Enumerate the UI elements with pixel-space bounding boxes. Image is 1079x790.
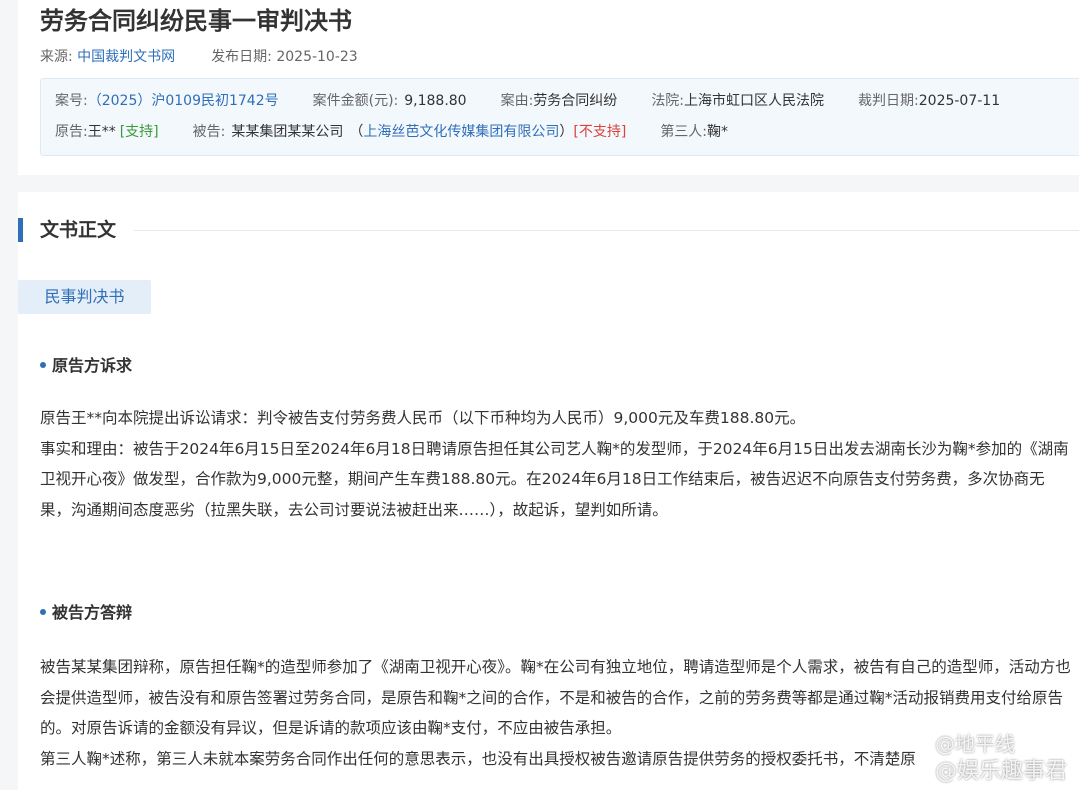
meta-row: 来源: 中国裁判文书网 发布日期: 2025-10-23	[40, 46, 358, 68]
section-accent-bar	[18, 218, 23, 242]
paragraph: 被告某某集团辩称，原告担任鞠*的造型师参加了《湖南卫视开心夜》。鞠*在公司有独立…	[40, 658, 1071, 737]
publish-date: 2025-10-23	[276, 49, 358, 65]
defendant-label: 被告:	[192, 124, 226, 140]
case-info-line-2: 原告:王** [支持] 被告: 某某集团某某公司 （上海丝芭文化传媒集团有限公司）[不支…	[55, 121, 728, 143]
bullet-dot-icon	[40, 362, 46, 368]
case-info-line-1: 案号:（2025）沪0109民初1742号 案件金额(元): 9,188.80 案由:…	[55, 90, 1000, 112]
defense-heading: 被告方答辩	[40, 601, 132, 625]
plaintiff-status-badge: [支持]	[119, 124, 159, 140]
defendant-paren-close: ）	[559, 124, 574, 140]
watermark-line-1: @娱乐趣事君	[934, 759, 1067, 784]
section-divider	[134, 230, 1079, 231]
section-title: 文书正文	[40, 219, 117, 241]
paragraph: 事实和理由：被告于2024年6月15日至2024年6月18日聘请原告担任其公司艺…	[40, 439, 1069, 519]
amount-value: 9,188.80	[404, 93, 467, 109]
bullet-dot-icon	[40, 609, 46, 615]
plaintiff-value: 王**	[87, 124, 116, 140]
source-label: 来源:	[40, 49, 73, 65]
amount-label: 案件金额(元):	[312, 93, 399, 109]
defendant-paren-open: （	[349, 124, 364, 140]
cause-value: 劳务合同纠纷	[533, 93, 618, 109]
defendant-status-badge: [不支持]	[573, 124, 627, 140]
court-label: 法院:	[651, 93, 685, 109]
plaintiff-claim-heading: 原告方诉求	[40, 354, 132, 378]
defense-text: 被告某某集团辩称，原告担任鞠*的造型师参加了《湖南卫视开心夜》。鞠*在公司有独立…	[40, 652, 1075, 774]
page-title: 劳务合同纠纷民事一审判决书	[40, 7, 352, 35]
header-card: 劳务合同纠纷民事一审判决书 来源: 中国裁判文书网 发布日期: 2025-10-2…	[18, 0, 1079, 175]
watermark: @地平线 @娱乐趣事君	[935, 730, 1067, 786]
defendant-value: 某某集团某某公司	[231, 124, 344, 140]
cause-label: 案由:	[500, 93, 534, 109]
case-number-label: 案号:	[55, 93, 88, 109]
third-party-value: 鞠*	[707, 124, 729, 140]
judgment-date-label: 裁判日期:	[858, 93, 919, 109]
document-body-card: 文书正文 民事判决书 原告方诉求 原告王**向本院提出诉讼请求：判令被告支付劳务…	[18, 192, 1079, 790]
publish-date-label: 发布日期:	[211, 49, 272, 65]
court-value: 上海市虹口区人民法院	[684, 93, 825, 109]
plaintiff-label: 原告:	[55, 124, 88, 140]
plaintiff-claim-heading-text: 原告方诉求	[52, 356, 133, 375]
third-party-label: 第三人:	[660, 124, 708, 140]
plaintiff-claim-text: 原告王**向本院提出诉讼请求：判令被告支付劳务费人民币（以下币种均为人民币）9,…	[40, 403, 1075, 525]
defendant-alias-link[interactable]: 上海丝芭文化传媒集团有限公司	[363, 124, 559, 140]
defense-heading-text: 被告方答辩	[52, 603, 133, 622]
doc-type-tab[interactable]: 民事判决书	[18, 280, 151, 314]
case-info-box: 案号:（2025）沪0109民初1742号 案件金额(元): 9,188.80 案由:…	[40, 78, 1079, 156]
watermark-line-2: @地平线	[934, 732, 1015, 756]
judgment-date-value: 2025-07-11	[918, 93, 1001, 109]
case-number-link[interactable]: （2025）沪0109民初1742号	[88, 93, 279, 109]
paragraph: 原告王**向本院提出诉讼请求：判令被告支付劳务费人民币（以下币种均为人民币）9,…	[40, 409, 806, 427]
source-link[interactable]: 中国裁判文书网	[77, 49, 175, 65]
paragraph: 第三人鞠*述称，第三人未就本案劳务合同作出任何的意思表示，也没有出具授权被告邀请…	[40, 749, 916, 768]
